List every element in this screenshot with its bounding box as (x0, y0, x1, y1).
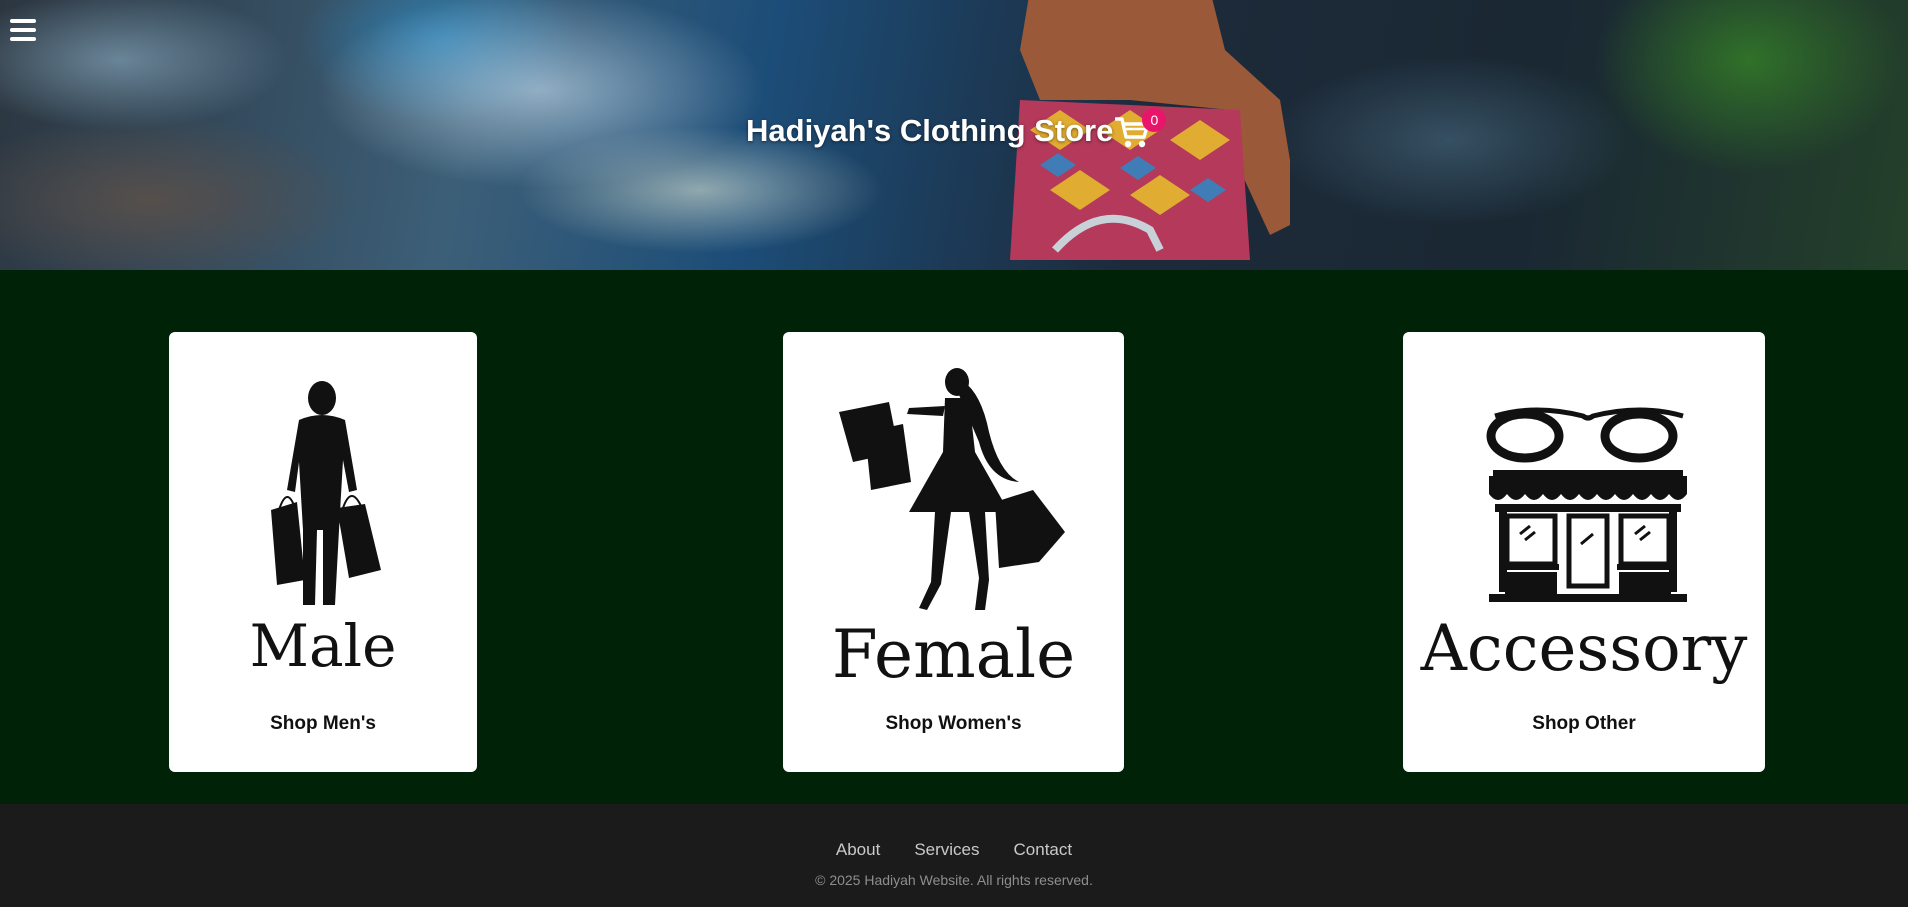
card-image-word: Male (249, 612, 397, 680)
footer-link-contact[interactable]: Contact (1014, 840, 1073, 860)
shopping-cart-icon[interactable]: 0 (1115, 108, 1167, 150)
footer-link-services[interactable]: Services (914, 840, 979, 860)
footer-nav: About Services Contact (0, 840, 1908, 860)
man-with-shopping-bags-icon (271, 381, 381, 605)
category-card-male[interactable]: Male Shop Men's (169, 332, 477, 772)
category-card-accessory[interactable]: Accessory Shop Other (1403, 332, 1765, 772)
site-footer: About Services Contact © 2025 Hadiyah We… (0, 804, 1908, 907)
shop-womens-link[interactable]: Shop Women's (783, 713, 1124, 735)
footer-link-about[interactable]: About (836, 840, 880, 860)
store-title: Hadiyah's Clothing Store (746, 113, 1114, 148)
header-title-group: Hadiyah's Clothing Store 0 (746, 108, 1167, 150)
category-card-female[interactable]: Female Shop Women's (783, 332, 1124, 772)
shop-mens-link[interactable]: Shop Men's (169, 713, 477, 735)
hero-banner: Hadiyah's Clothing Store 0 (0, 0, 1908, 270)
shop-other-link[interactable]: Shop Other (1403, 713, 1765, 735)
woman-with-shopping-bags-icon (839, 368, 1065, 610)
card-image-word: Female (831, 616, 1076, 693)
storefront-with-glasses-icon (1486, 407, 1687, 602)
card-image-word: Accessory (1420, 612, 1748, 686)
hamburger-menu-icon[interactable] (10, 19, 36, 41)
copyright-text: © 2025 Hadiyah Website. All rights reser… (815, 872, 1093, 888)
